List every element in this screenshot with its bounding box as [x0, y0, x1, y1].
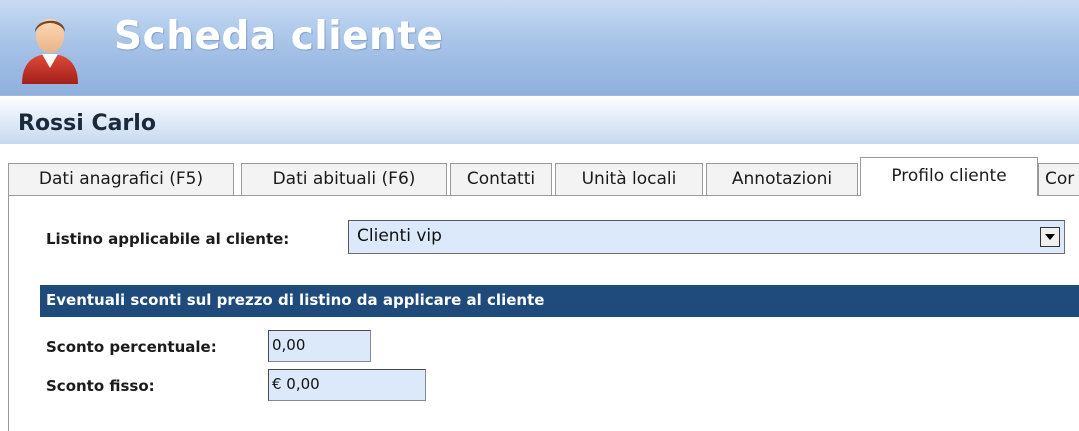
price-list-value: Clienti vip	[357, 226, 442, 246]
tab-profilo-cliente[interactable]: Profilo cliente	[860, 157, 1038, 196]
customer-name: Rossi Carlo	[18, 111, 156, 136]
fixed-discount-label: Sconto fisso:	[46, 377, 155, 395]
page-title: Scheda cliente	[114, 14, 444, 59]
price-list-label: Listino applicabile al cliente:	[46, 230, 290, 248]
fixed-discount-field[interactable]: € 0,00	[268, 369, 426, 401]
chevron-down-icon	[1045, 234, 1055, 240]
customer-name-bar: Rossi Carlo	[0, 95, 1079, 144]
dropdown-button[interactable]	[1040, 227, 1060, 247]
user-icon	[22, 19, 78, 84]
percent-discount-field[interactable]: 0,00	[268, 330, 371, 362]
tab-annotazioni[interactable]: Annotazioni	[706, 163, 858, 195]
tab-contatti[interactable]: Contatti	[450, 163, 552, 195]
header-banner: Scheda cliente	[0, 0, 1079, 95]
percent-discount-label: Sconto percentuale:	[46, 338, 217, 356]
tab-dati-anagrafici[interactable]: Dati anagrafici (F5)	[8, 163, 234, 195]
tab-overflow[interactable]: Cor	[1038, 163, 1079, 195]
tab-unita-locali[interactable]: Unità locali	[555, 163, 703, 195]
price-list-select[interactable]: Clienti vip	[348, 220, 1065, 254]
discount-section-title: Eventuali sconti sul prezzo di listino d…	[46, 291, 545, 309]
tab-dati-abituali[interactable]: Dati abituali (F6)	[241, 163, 447, 195]
tab-strip: Dati anagrafici (F5) Dati abituali (F6) …	[8, 157, 1079, 196]
discount-section-header: Eventuali sconti sul prezzo di listino d…	[40, 285, 1079, 317]
